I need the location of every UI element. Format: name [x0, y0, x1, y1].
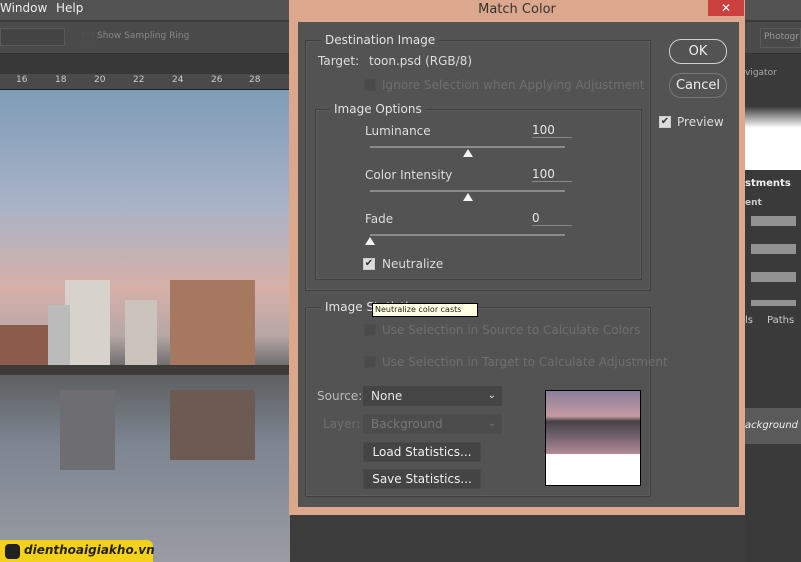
neutralize-checkbox[interactable]: ✔ [363, 258, 375, 270]
navigator-tab[interactable]: vigator [745, 68, 777, 78]
show-sampling-ring-label: Show Sampling Ring [97, 31, 190, 41]
use-selection-source-checkbox[interactable] [364, 324, 376, 336]
preview-checkbox[interactable]: ✔ [659, 116, 671, 128]
luminance-slider-track[interactable] [370, 146, 565, 148]
paths-tab[interactable]: Paths [767, 315, 794, 326]
source-dropdown[interactable]: None ⌄ [363, 386, 502, 406]
source-value: None [371, 389, 403, 403]
ruler-tick: 22 [133, 75, 145, 85]
source-preview-thumbnail [545, 390, 641, 486]
cancel-button[interactable]: Cancel [669, 73, 727, 98]
fade-input[interactable]: 0 [532, 211, 572, 226]
ignore-selection-label: Ignore Selection when Applying Adjustmen… [382, 78, 645, 92]
dialog-body: Destination Image Target: toon.psd (RGB/… [298, 22, 739, 507]
use-selection-source-label: Use Selection in Source to Calculate Col… [382, 323, 641, 337]
neutralize-tooltip: Neutralize color casts [372, 303, 478, 317]
ok-button[interactable]: OK [669, 39, 727, 64]
fade-slider-track[interactable] [370, 234, 565, 236]
preview-label: Preview [677, 115, 724, 129]
target-value: toon.psd (RGB/8) [369, 54, 473, 68]
layer-label: Layer: [323, 417, 361, 431]
use-selection-target-checkbox[interactable] [364, 356, 376, 368]
source-label: Source: [317, 389, 363, 403]
use-selection-target-label: Use Selection in Target to Calculate Adj… [382, 355, 668, 369]
ignore-selection-checkbox[interactable] [364, 79, 376, 91]
image-options-legend: Image Options [330, 102, 426, 116]
ruler-tick: 28 [249, 75, 261, 85]
channels-tab[interactable]: ls [745, 315, 753, 326]
menu-window[interactable]: Window [0, 1, 47, 15]
fade-slider-thumb[interactable] [365, 237, 375, 245]
ruler-tick: 18 [55, 75, 67, 85]
horizontal-ruler: 16 18 20 22 24 26 28 [0, 74, 290, 90]
workspace-switcher[interactable]: Photogr [760, 28, 801, 48]
show-sampling-ring-checkbox[interactable] [82, 32, 94, 44]
ruler-tick: 24 [172, 75, 184, 85]
color-intensity-input[interactable]: 100 [532, 167, 572, 182]
document-tab-bar [0, 54, 290, 74]
fade-label: Fade [365, 212, 394, 226]
match-color-dialog: Match Color ✕ Destination Image Target: … [289, 0, 745, 515]
layer-value: Background [371, 417, 443, 431]
adjustment-icons[interactable] [751, 216, 796, 306]
color-intensity-slider-track[interactable] [370, 190, 565, 192]
target-label: Target: [318, 54, 360, 68]
watermark-icon [5, 544, 20, 559]
chevron-down-icon: ⌄ [487, 418, 496, 429]
watermark-logo: dienthoaigiakho.vn [0, 540, 155, 562]
chevron-down-icon: ⌄ [487, 390, 496, 401]
layer-dropdown[interactable]: Background ⌄ [363, 414, 502, 434]
menu-help[interactable]: Help [56, 1, 83, 15]
save-statistics-button[interactable]: Save Statistics... [363, 469, 481, 489]
dialog-title: Match Color [478, 2, 556, 17]
ruler-tick: 20 [94, 75, 106, 85]
luminance-input[interactable]: 100 [532, 123, 572, 138]
adjustments-subtitle: ent [745, 198, 762, 208]
luminance-label: Luminance [365, 124, 431, 138]
histogram [745, 92, 801, 170]
right-panels: vigator stments ent ls Paths ackground [745, 20, 801, 562]
layer-name: ackground [745, 420, 799, 431]
luminance-slider-thumb[interactable] [462, 149, 473, 157]
ruler-tick: 16 [16, 75, 28, 85]
load-statistics-button[interactable]: Load Statistics... [363, 442, 481, 462]
adjustments-tab[interactable]: stments [745, 178, 791, 189]
destination-legend: Destination Image [321, 33, 440, 47]
document-canvas[interactable] [0, 90, 290, 562]
ruler-tick: 26 [211, 75, 223, 85]
neutralize-label: Neutralize [382, 257, 444, 271]
close-button[interactable]: ✕ [708, 0, 744, 16]
color-intensity-slider-thumb[interactable] [462, 193, 473, 201]
color-intensity-label: Color Intensity [365, 168, 453, 182]
sample-size-dropdown[interactable] [0, 28, 65, 46]
